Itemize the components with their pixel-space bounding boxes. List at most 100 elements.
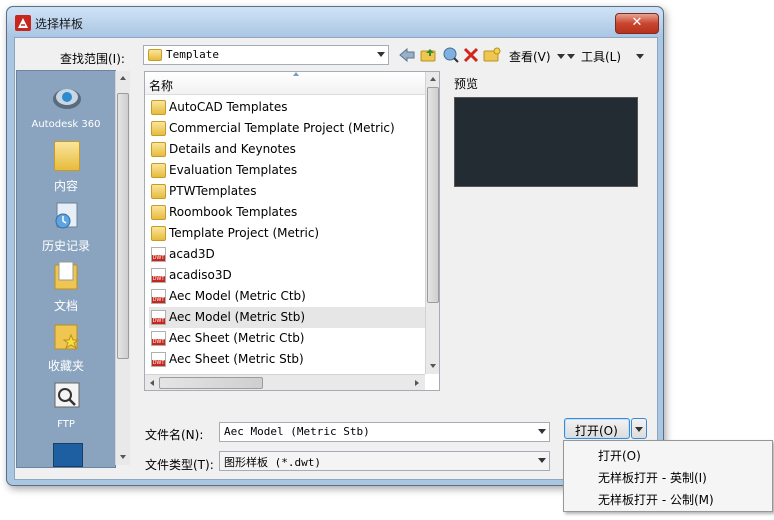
filelist-vertical-scrollbar[interactable]: [425, 72, 439, 374]
file-name: Template Project (Metric): [169, 226, 320, 240]
file-list-item[interactable]: DWT acad3D: [149, 244, 425, 265]
sort-ascending-icon: [293, 72, 299, 76]
delete-icon[interactable]: [462, 46, 480, 64]
folder-icon: [151, 142, 166, 157]
file-name: PTWTemplates: [169, 184, 257, 198]
dwt-file-icon: DWT: [151, 268, 166, 283]
documents-icon: [54, 261, 78, 290]
title-bar[interactable]: 选择样板 ✕: [7, 7, 663, 37]
dwt-file-icon: DWT: [151, 247, 166, 262]
filelist-horizontal-scrollbar[interactable]: [145, 374, 425, 390]
chevron-down-icon[interactable]: [538, 429, 546, 434]
place-ftp[interactable]: FTP: [17, 377, 115, 433]
folder-icon: [151, 184, 166, 199]
chevron-down-icon: [635, 427, 643, 432]
favorites-icon: [54, 324, 80, 350]
dwt-tag: DWT: [152, 297, 165, 303]
open-split-dropdown[interactable]: [631, 418, 647, 439]
preview-label: 预览: [454, 77, 479, 91]
file-name: Roombook Templates: [169, 205, 298, 219]
autocad-logo-icon: [15, 15, 31, 31]
place-label: 收藏夹: [47, 359, 84, 373]
chevron-down-icon: [538, 458, 546, 463]
scroll-up-icon[interactable]: [430, 77, 436, 81]
search-web-icon[interactable]: [442, 46, 460, 64]
filename-value: Aec Model (Metric Stb): [224, 425, 370, 438]
file-list-item[interactable]: DWT Aec Sheet (Metric Stb): [149, 349, 425, 370]
views-menu[interactable]: 查看(V): [509, 48, 551, 65]
place-documents[interactable]: 文档: [17, 257, 115, 313]
back-icon[interactable]: [398, 46, 416, 64]
places-bar: Autodesk 360 内容 历史记录 文档 收藏夹 FTP: [16, 70, 116, 468]
places-scrollbar[interactable]: [115, 71, 130, 465]
scroll-down-icon[interactable]: [120, 455, 126, 459]
tools-dropdown-icon[interactable]: [636, 54, 644, 59]
file-list: 名称 AutoCAD Templates Commercial Template …: [144, 71, 440, 391]
dwt-file-icon: DWT: [151, 310, 166, 325]
file-name: Aec Model (Metric Stb): [169, 310, 306, 324]
folder-icon: [151, 163, 166, 178]
file-name: Aec Model (Metric Ctb): [169, 289, 306, 303]
menu-item-open[interactable]: 打开(O): [598, 447, 641, 464]
dwt-file-icon: DWT: [151, 289, 166, 304]
new-folder-icon[interactable]: [483, 46, 501, 64]
filename-label: 文件名(N):: [145, 428, 204, 442]
column-header-name[interactable]: 名称: [145, 72, 425, 95]
filetype-label: 文件类型(T):: [145, 458, 214, 472]
file-name: Details and Keynotes: [169, 142, 296, 156]
menu-item-open-no-template-imperial[interactable]: 无样板打开 - 英制(I): [598, 469, 707, 486]
file-list-item[interactable]: AutoCAD Templates: [149, 97, 425, 118]
monitor-icon[interactable]: [53, 443, 83, 467]
close-button[interactable]: ✕: [615, 13, 659, 34]
scroll-down-icon[interactable]: [430, 364, 436, 368]
folder-icon: [151, 100, 166, 115]
scroll-up-icon[interactable]: [120, 76, 126, 80]
file-list-item[interactable]: DWT Aec Sheet (Metric Ctb): [149, 328, 425, 349]
place-label: 文档: [53, 299, 78, 313]
lookin-value: Template: [166, 48, 219, 61]
scroll-thumb[interactable]: [159, 377, 263, 389]
open-button[interactable]: 打开(O): [564, 418, 630, 439]
scroll-right-icon[interactable]: [415, 380, 419, 386]
views-chevron-down-icon[interactable]: [557, 54, 565, 59]
filename-input[interactable]: Aec Model (Metric Stb): [219, 422, 550, 442]
scroll-thumb[interactable]: [117, 93, 129, 359]
file-list-item[interactable]: Roombook Templates: [149, 202, 425, 223]
place-favorites[interactable]: 收藏夹: [17, 317, 115, 373]
folder-icon: [54, 141, 80, 171]
file-name: acad3D: [169, 247, 215, 261]
place-content[interactable]: 内容: [17, 137, 115, 193]
dwt-tag: DWT: [152, 339, 165, 345]
place-label: FTP: [57, 419, 75, 430]
dwt-file-icon: DWT: [151, 331, 166, 346]
open-options-menu: 打开(O) 无样板打开 - 英制(I) 无样板打开 - 公制(M): [563, 440, 773, 512]
place-history[interactable]: 历史记录: [17, 197, 115, 253]
file-list-item[interactable]: DWT acadiso3D: [149, 265, 425, 286]
file-list-item[interactable]: PTWTemplates: [149, 181, 425, 202]
dwt-file-icon: DWT: [151, 352, 166, 367]
folder-icon: [151, 226, 166, 241]
file-name: Aec Sheet (Metric Ctb): [169, 331, 305, 345]
tools-menu[interactable]: 工具(L): [581, 48, 621, 65]
file-list-item[interactable]: Commercial Template Project (Metric): [149, 118, 425, 139]
cloud-icon: [53, 89, 81, 109]
scroll-thumb[interactable]: [427, 87, 439, 303]
file-list-item[interactable]: Details and Keynotes: [149, 139, 425, 160]
tools-chevron-down-icon[interactable]: [567, 54, 575, 59]
place-label: 内容: [53, 179, 78, 193]
menu-item-open-no-template-metric[interactable]: 无样板打开 - 公制(M): [598, 491, 714, 508]
folder-icon: [148, 49, 162, 61]
open-button-label: 打开(O): [575, 424, 618, 438]
place-autodesk-360[interactable]: Autodesk 360: [17, 79, 115, 135]
scroll-left-icon[interactable]: [150, 380, 154, 386]
file-list-item[interactable]: DWT Aec Model (Metric Stb): [149, 307, 425, 328]
dwt-tag: DWT: [152, 360, 165, 366]
chevron-down-icon: [377, 52, 385, 57]
lookin-combo[interactable]: Template: [143, 45, 389, 65]
filetype-select[interactable]: 图形样板 (*.dwt): [219, 451, 550, 471]
file-list-item[interactable]: Evaluation Templates: [149, 160, 425, 181]
file-list-item[interactable]: DWT Aec Model (Metric Ctb): [149, 286, 425, 307]
file-name: acadiso3D: [169, 268, 232, 282]
file-list-item[interactable]: Template Project (Metric): [149, 223, 425, 244]
up-folder-icon[interactable]: [420, 46, 438, 64]
